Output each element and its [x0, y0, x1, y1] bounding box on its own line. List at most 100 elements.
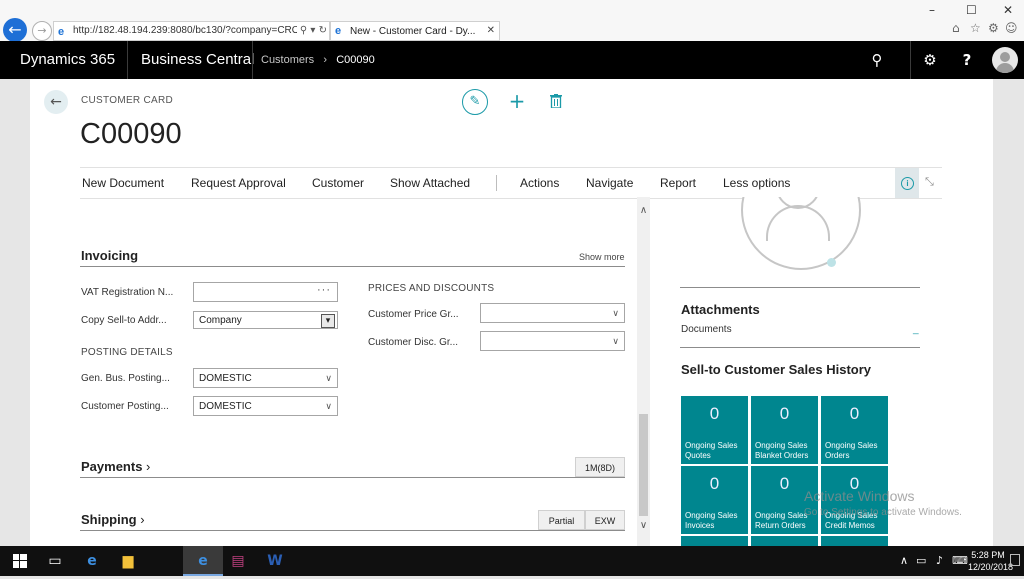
breadcrumb-current: C00090	[336, 54, 375, 66]
action-actions[interactable]: Actions	[520, 176, 559, 190]
customer-picture-clip	[651, 197, 951, 277]
action-report[interactable]: Report	[660, 176, 696, 190]
tile-value: 0	[779, 404, 790, 423]
windows-start-icon[interactable]	[0, 546, 40, 576]
favorites-star-icon[interactable]: ☆	[970, 21, 981, 35]
keyboard-icon[interactable]: ⌨	[952, 546, 968, 576]
gen-bus-posting-select[interactable]: DOMESTIC ∨	[193, 368, 338, 388]
chevron-right-icon: ›	[136, 512, 145, 527]
tile-partial[interactable]	[821, 536, 888, 546]
word-icon[interactable]: W	[255, 546, 295, 576]
delete-trash-icon[interactable]	[550, 89, 566, 113]
browser-tab[interactable]: e New - Customer Card - Dy... ✕	[330, 21, 500, 41]
payments-section-title[interactable]: Payments ›	[81, 459, 150, 474]
attachments-title[interactable]: Attachments	[681, 302, 760, 317]
scroll-up-icon[interactable]: ∧	[637, 205, 650, 216]
tile-ongoing-sales-quotes[interactable]: 0 Ongoing Sales Quotes	[681, 396, 748, 464]
lightbulb-icon[interactable]: ⚲	[868, 41, 886, 79]
taskbar-clock[interactable]: 5:28 PM 12/20/2018	[968, 549, 1013, 573]
breadcrumb: Customers › C00090	[261, 41, 375, 79]
brand-name[interactable]: Dynamics 365	[20, 41, 115, 79]
ie-page-icon: e	[58, 26, 65, 38]
appbar-divider	[127, 41, 128, 79]
customer-posting-select[interactable]: DOMESTIC ∨	[193, 396, 338, 416]
browser-back-button[interactable]: ←	[3, 18, 27, 42]
internet-explorer-taskbar-icon[interactable]: e	[183, 546, 223, 576]
vat-registration-field[interactable]: ···	[193, 282, 338, 302]
address-url: http://182.48.194.239:8080/bc130/?compan…	[73, 25, 321, 36]
settings-gear-icon[interactable]: ⚙	[921, 41, 939, 79]
add-new-icon[interactable]: +	[507, 89, 527, 113]
tile-caption: Ongoing Sales Quotes	[685, 441, 738, 460]
customer-disc-group-select[interactable]: ∨	[480, 331, 625, 351]
user-avatar[interactable]	[992, 47, 1018, 73]
close-window-button[interactable]: ✕	[1003, 3, 1013, 17]
address-bar-icons[interactable]: ⚲ ▾ ↻	[296, 22, 327, 40]
tile-ongoing-sales-blanket-orders[interactable]: 0 Ongoing Sales Blanket Orders	[751, 396, 818, 464]
chevron-down-icon[interactable]: ∨	[325, 397, 332, 417]
action-new-document[interactable]: New Document	[82, 176, 164, 190]
scroll-down-icon[interactable]: ∨	[637, 520, 650, 531]
minimize-button[interactable]: –	[929, 3, 935, 17]
network-icon[interactable]: ▭	[916, 546, 926, 576]
edit-pencil-icon[interactable]: ✎	[462, 89, 488, 115]
dropdown-chevron-icon[interactable]: ▾	[321, 314, 335, 328]
product-name[interactable]: Business Central	[141, 41, 254, 79]
action-show-attached[interactable]: Show Attached	[390, 176, 470, 190]
chevron-down-icon[interactable]: ∨	[325, 369, 332, 389]
scrollbar-thumb[interactable]	[639, 414, 648, 516]
action-bar: New Document Request Approval Customer S…	[80, 167, 942, 199]
collapse-arrows-icon[interactable]: ⤡	[925, 175, 934, 189]
avatar-body	[996, 63, 1014, 73]
file-explorer-icon[interactable]: ▆	[108, 546, 148, 576]
section-divider	[80, 266, 625, 267]
edge-browser-icon[interactable]: e	[72, 546, 112, 576]
home-icon[interactable]: ⌂	[952, 21, 960, 35]
task-view-icon[interactable]: ▭	[35, 546, 75, 576]
browser-forward-button[interactable]: →	[32, 21, 52, 41]
appbar-divider	[910, 41, 911, 79]
lookup-ellipsis-icon[interactable]: ···	[317, 281, 331, 299]
tab-close-icon[interactable]: ✕	[487, 22, 495, 40]
action-less-options[interactable]: Less options	[723, 176, 790, 190]
breadcrumb-customers[interactable]: Customers	[261, 54, 314, 66]
action-divider	[496, 175, 497, 191]
tile-ongoing-sales-orders[interactable]: 0 Ongoing Sales Orders	[821, 396, 888, 464]
winrar-icon[interactable]: ▤	[218, 546, 258, 576]
page-title: C00090	[80, 118, 182, 150]
action-request-approval[interactable]: Request Approval	[191, 176, 286, 190]
action-customer[interactable]: Customer	[312, 176, 364, 190]
volume-icon[interactable]: ♪	[936, 546, 943, 576]
smiley-feedback-icon[interactable]: ☺	[1005, 21, 1018, 35]
customer-price-group-label: Customer Price Gr...	[368, 309, 459, 320]
chevron-down-icon[interactable]: ∨	[612, 332, 619, 352]
tab-title: New - Customer Card - Dy...	[350, 26, 476, 37]
action-navigate[interactable]: Navigate	[586, 176, 633, 190]
chevron-down-icon[interactable]: ∨	[612, 304, 619, 324]
tools-gear-icon[interactable]: ⚙	[988, 21, 999, 35]
invoicing-section-title[interactable]: Invoicing	[81, 248, 138, 263]
customer-posting-value: DOMESTIC	[199, 401, 252, 412]
factbox-divider	[680, 287, 920, 288]
address-bar[interactable]: e http://182.48.194.239:8080/bc130/?compa…	[53, 21, 330, 41]
help-icon[interactable]: ?	[958, 41, 976, 79]
tile-partial[interactable]	[751, 536, 818, 546]
show-more-link[interactable]: Show more	[579, 252, 625, 262]
tile-partial[interactable]	[681, 536, 748, 546]
maximize-button[interactable]: ☐	[966, 3, 977, 17]
sales-history-title[interactable]: Sell-to Customer Sales History	[681, 362, 871, 377]
clock-time: 5:28 PM	[971, 550, 1005, 560]
card-back-arrow-icon[interactable]: ←	[44, 90, 68, 114]
show-hidden-icons-icon[interactable]: ∧	[900, 546, 908, 576]
customer-price-group-select[interactable]: ∨	[480, 303, 625, 323]
gen-bus-posting-value: DOMESTIC	[199, 373, 252, 384]
copy-sell-to-select[interactable]: Company ▾	[193, 311, 338, 329]
documents-count[interactable]: _	[913, 324, 919, 335]
breadcrumb-chevron-icon: ›	[317, 54, 334, 66]
copy-sell-to-label: Copy Sell-to Addr...	[81, 315, 167, 326]
factbox-divider	[680, 347, 920, 348]
shipping-section-title[interactable]: Shipping ›	[81, 512, 145, 527]
factbox-toggle[interactable]: i	[895, 168, 919, 198]
notification-center-icon[interactable]	[1010, 554, 1020, 566]
tile-ongoing-sales-invoices[interactable]: 0 Ongoing Sales Invoices	[681, 466, 748, 534]
